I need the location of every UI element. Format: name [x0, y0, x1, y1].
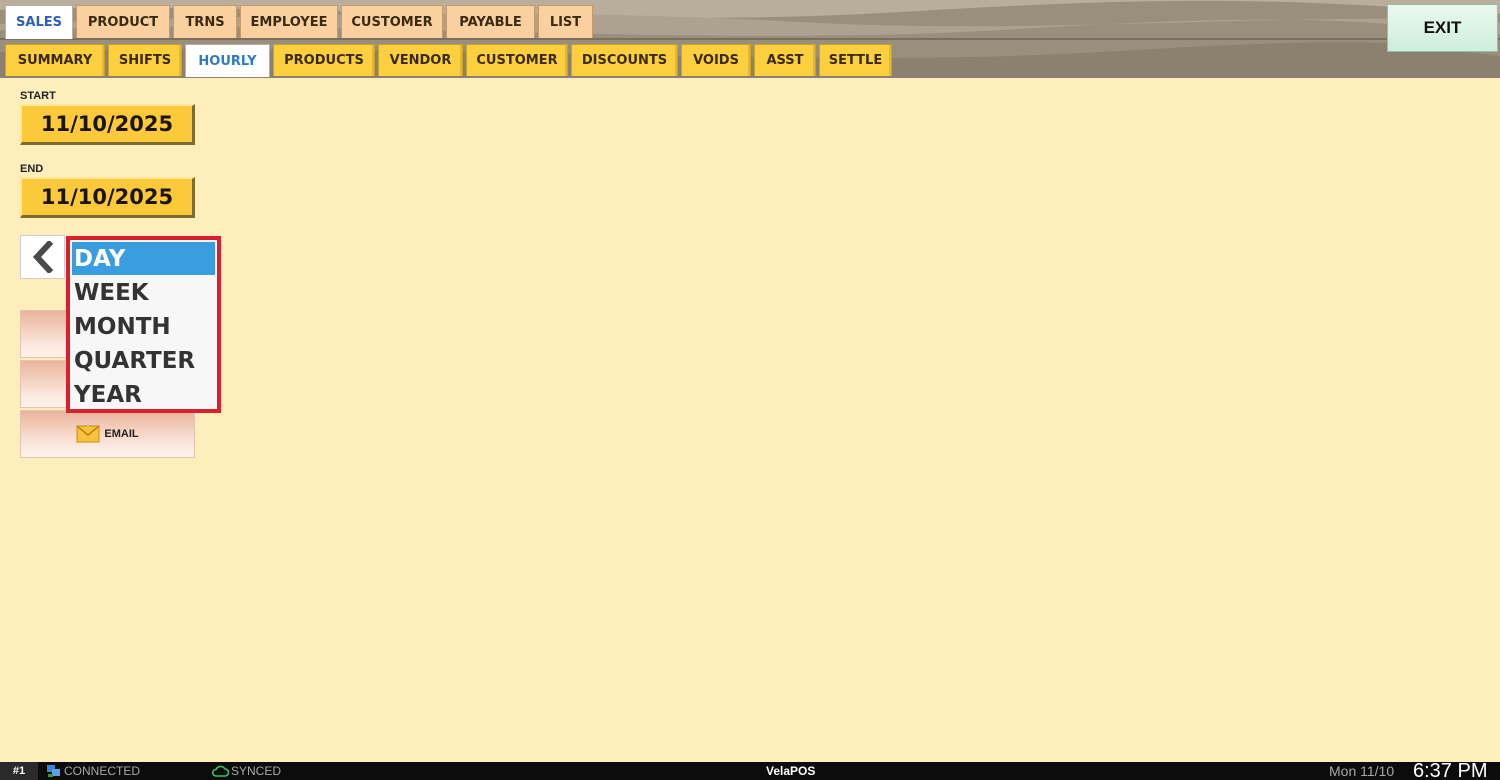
range-option-month-label: MONTH [74, 313, 171, 340]
subtab-asst[interactable]: ASST [754, 44, 816, 76]
sync-status: SYNCED [212, 762, 281, 780]
subtab-settle[interactable]: SETTLE [819, 44, 892, 76]
tab-list[interactable]: LIST [538, 5, 593, 38]
subtab-hourly[interactable]: HOURLY [185, 44, 270, 77]
end-date-button[interactable]: 11/10/2025 [20, 177, 195, 218]
exit-button-label: EXIT [1423, 18, 1462, 37]
current-time: 6:37 PM [1413, 759, 1488, 780]
prev-range-button[interactable] [20, 235, 65, 279]
status-bar: #1 CONNECTED SYNCED VelaPOS Mon 11/10 6:… [0, 759, 1500, 780]
tab-payable-label: PAYABLE [459, 14, 522, 30]
subtab-asst-label: ASST [766, 53, 804, 68]
tab-sales-label: SALES [16, 15, 62, 30]
tab-payable[interactable]: PAYABLE [446, 5, 535, 38]
subtab-settle-label: SETTLE [828, 53, 883, 68]
chevron-left-icon [32, 241, 53, 273]
envelope-icon [76, 425, 100, 443]
subtab-summary[interactable]: SUMMARY [5, 44, 105, 76]
subtab-voids[interactable]: VOIDS [681, 44, 751, 76]
top-header: SALES PRODUCT TRNS EMPLOYEE CUSTOMER PAY… [0, 0, 1500, 78]
connection-status: CONNECTED [46, 762, 140, 780]
subtab-discounts-label: DISCOUNTS [581, 53, 668, 68]
start-date-button[interactable]: 11/10/2025 [20, 104, 195, 145]
tab-customer[interactable]: CUSTOMER [341, 5, 443, 38]
network-icon [47, 765, 60, 777]
current-date: Mon 11/10 [1329, 763, 1395, 779]
start-date-value: 11/10/2025 [40, 112, 174, 136]
subtab-customer-label: CUSTOMER [476, 53, 558, 68]
terminal-badge: #1 [0, 762, 38, 780]
subtab-products[interactable]: PRODUCTS [273, 44, 375, 76]
exit-button[interactable]: EXIT [1387, 4, 1498, 52]
range-option-week-label: WEEK [74, 279, 149, 306]
tab-employee[interactable]: EMPLOYEE [240, 5, 338, 38]
tab-list-label: LIST [549, 14, 582, 30]
start-date-label: START [20, 90, 56, 102]
range-option-year[interactable]: YEAR [72, 378, 215, 411]
tab-customer-label: CUSTOMER [351, 14, 433, 30]
range-option-day[interactable]: DAY [72, 242, 215, 275]
range-option-quarter[interactable]: QUARTER [72, 344, 215, 377]
subtab-hourly-label: HOURLY [198, 53, 257, 69]
range-option-year-label: YEAR [74, 381, 142, 408]
subtab-shifts[interactable]: SHIFTS [108, 44, 182, 76]
cloud-icon [212, 765, 229, 777]
subtab-products-label: PRODUCTS [284, 53, 364, 68]
tab-trns[interactable]: TRNS [173, 5, 237, 38]
email-button[interactable]: EMAIL [20, 410, 195, 458]
tab-employee-label: EMPLOYEE [250, 14, 328, 30]
tab-product-label: PRODUCT [87, 14, 159, 30]
subtab-customer[interactable]: CUSTOMER [466, 44, 568, 76]
range-option-week[interactable]: WEEK [72, 276, 215, 309]
tab-sales[interactable]: SALES [5, 5, 73, 39]
sync-status-label: SYNCED [231, 764, 282, 778]
app-name: VelaPOS [766, 764, 816, 778]
tab-product[interactable]: PRODUCT [76, 5, 170, 38]
subtab-summary-label: SUMMARY [17, 53, 93, 68]
subtab-discounts[interactable]: DISCOUNTS [571, 44, 678, 76]
email-button-label: EMAIL [104, 428, 139, 440]
range-option-quarter-label: QUARTER [74, 347, 196, 374]
connection-status-label: CONNECTED [64, 764, 141, 778]
subtab-vendor-label: VENDOR [389, 53, 452, 68]
end-date-value: 11/10/2025 [40, 185, 174, 209]
range-dropdown-list[interactable]: DAY WEEK MONTH QUARTER YEAR [66, 236, 221, 413]
subtab-voids-label: VOIDS [693, 53, 739, 68]
range-option-month[interactable]: MONTH [72, 310, 215, 343]
subtab-vendor[interactable]: VENDOR [378, 44, 463, 76]
subtab-shifts-label: SHIFTS [118, 53, 172, 68]
end-date-label: END [20, 163, 44, 175]
tab-trns-label: TRNS [185, 14, 225, 30]
range-option-day-label: DAY [74, 245, 126, 272]
